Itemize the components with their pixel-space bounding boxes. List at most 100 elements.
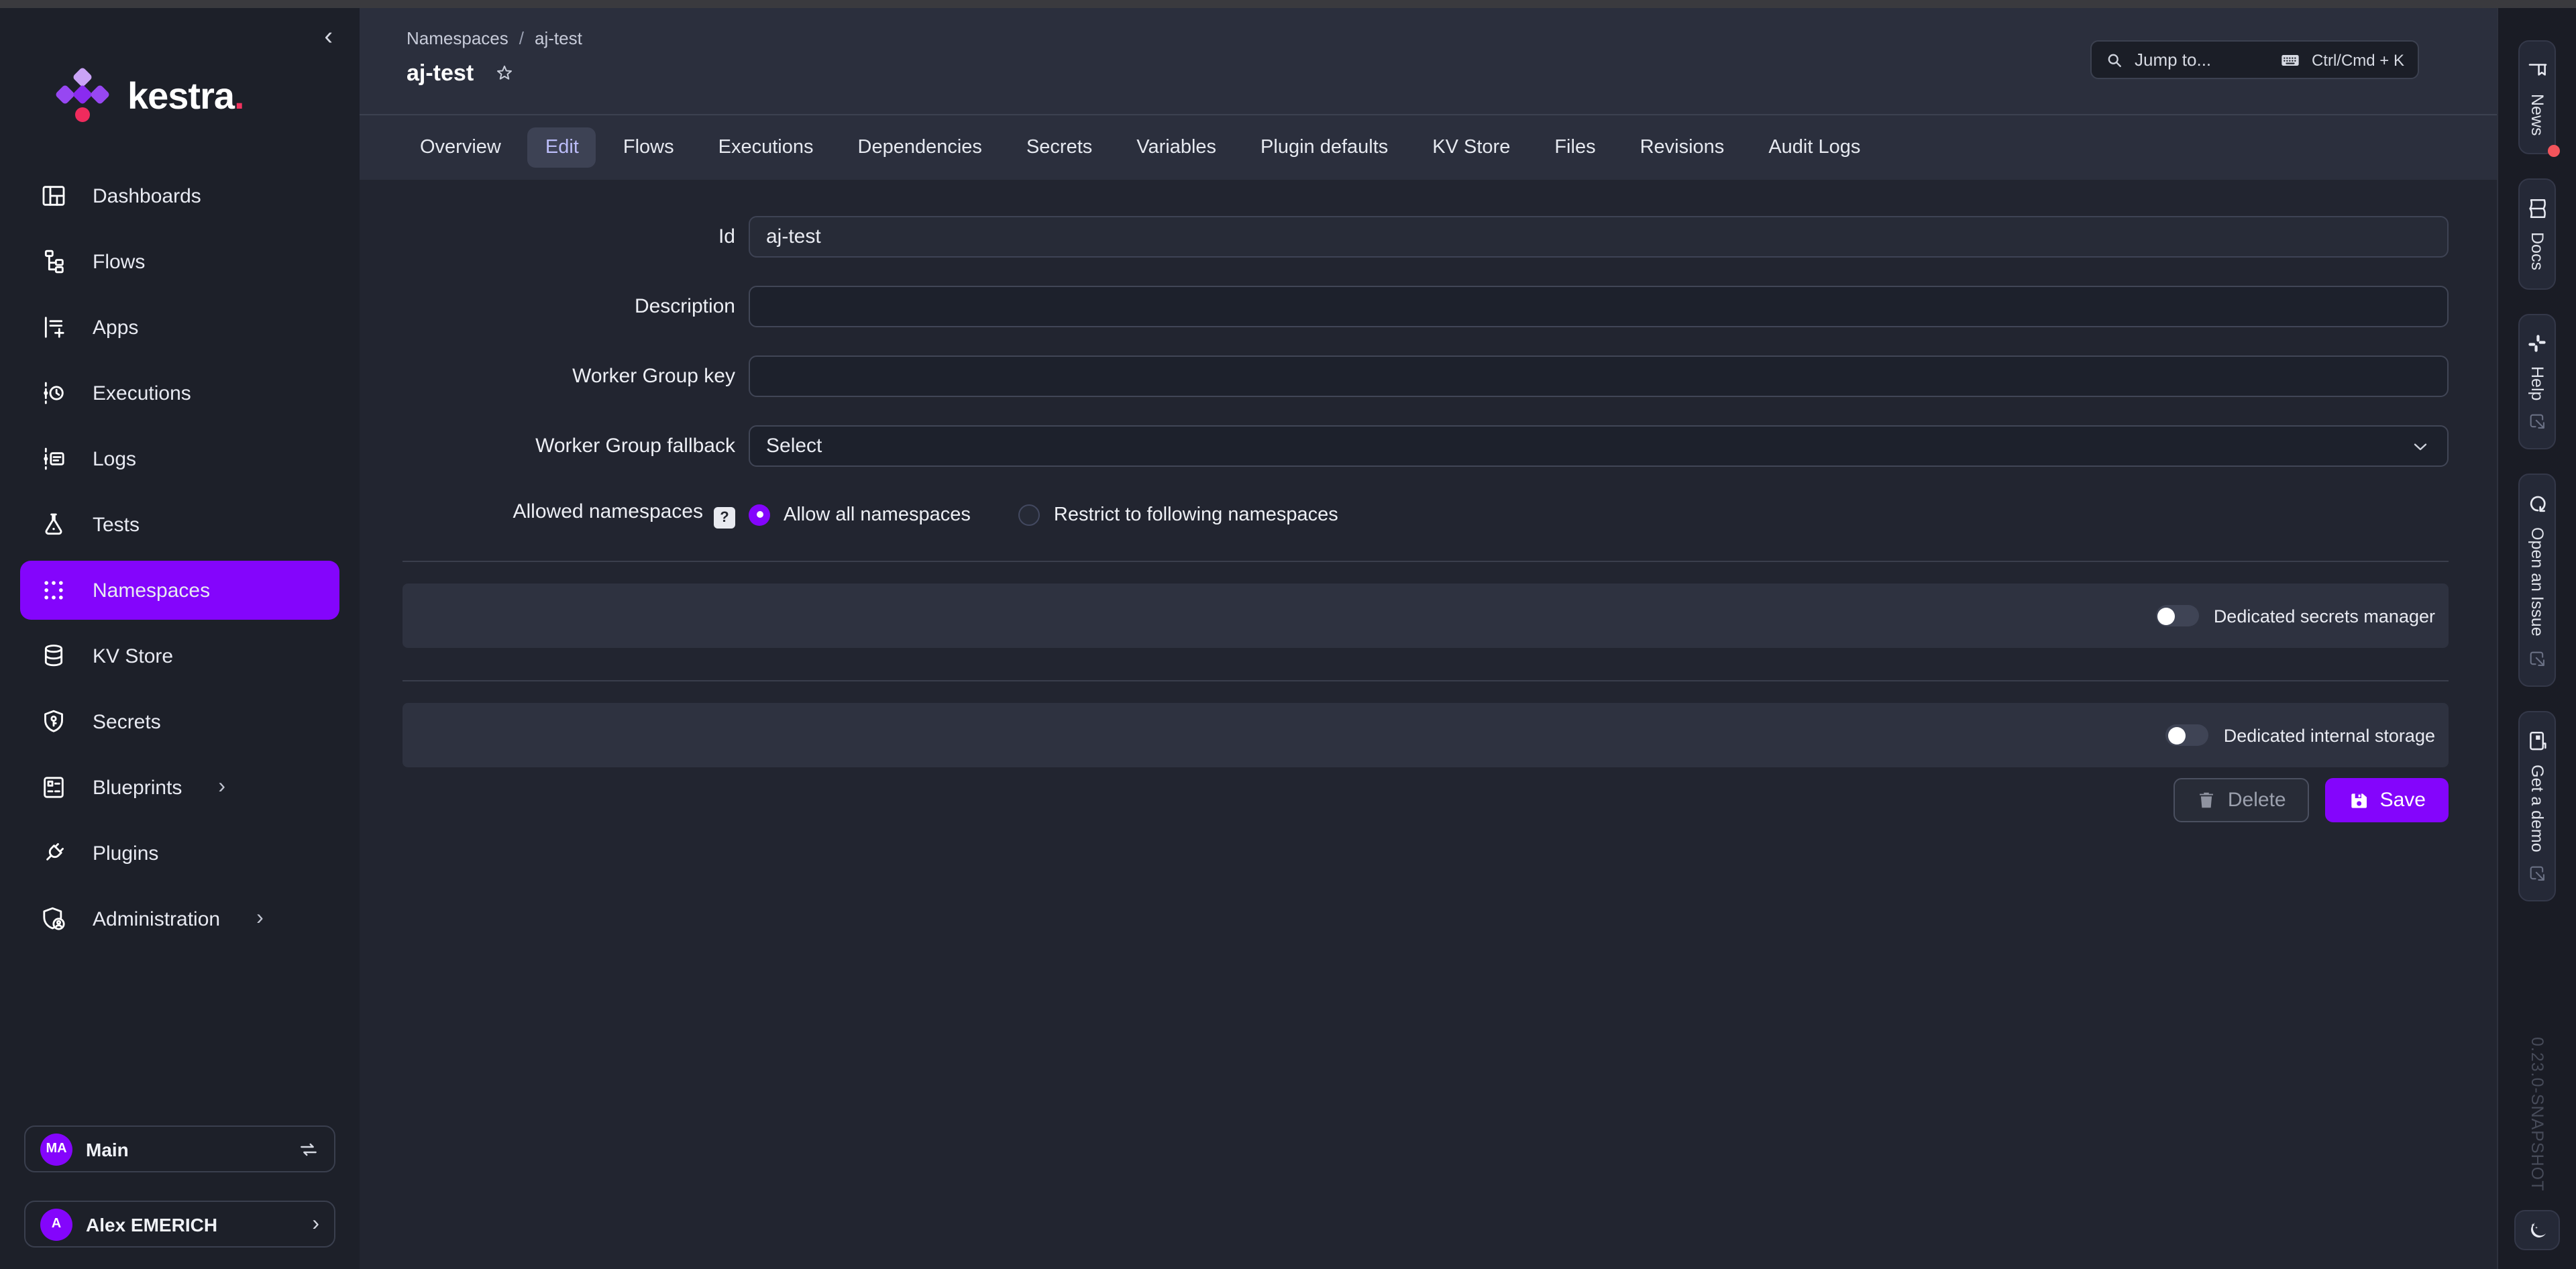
sidebar-item-label: Blueprints: [93, 776, 182, 799]
kestra-app: ‹ kestra. Dashboards Fl: [0, 0, 2576, 1269]
search-icon: [2105, 50, 2124, 69]
sidebar-item-secrets[interactable]: Secrets: [20, 692, 339, 751]
sidebar-item-flows[interactable]: Flows: [20, 232, 339, 291]
ballot-icon: [40, 774, 67, 801]
sidebar-item-label: KV Store: [93, 645, 173, 667]
tab-executions[interactable]: Executions: [701, 127, 831, 168]
help-icon[interactable]: ?: [714, 507, 735, 529]
breadcrumb-current[interactable]: aj-test: [535, 28, 582, 48]
worker-group-fallback-label: Worker Group fallback: [402, 435, 735, 457]
theme-toggle-button[interactable]: [2514, 1210, 2560, 1250]
flag-icon: [2526, 59, 2548, 82]
sidebar-item-label: Logs: [93, 447, 136, 470]
user-menu[interactable]: A Alex EMERICH ›: [24, 1201, 335, 1248]
docs-button[interactable]: Docs: [2518, 179, 2556, 290]
tab-plugin-defaults[interactable]: Plugin defaults: [1243, 127, 1405, 168]
allowed-namespaces-label: Allowed namespaces?: [402, 500, 735, 529]
movie-icon: [2526, 730, 2548, 753]
radio-restrict-namespaces[interactable]: Restrict to following namespaces: [1019, 504, 1338, 525]
dedicated-internal-storage-toggle[interactable]: [2166, 724, 2209, 746]
toggle-label: Dedicated internal storage: [2224, 725, 2435, 745]
chevron-right-icon: ›: [218, 777, 225, 798]
tab-revisions[interactable]: Revisions: [1623, 127, 1742, 168]
sidebar-item-label: Tests: [93, 513, 140, 536]
plug-icon: [40, 840, 67, 867]
sidebar-item-namespaces[interactable]: Namespaces: [20, 561, 339, 620]
namespace-tabs: Overview Edit Flows Executions Dependenc…: [360, 115, 2497, 180]
sidebar-item-label: Secrets: [93, 710, 161, 733]
tenant-avatar: MA: [40, 1133, 72, 1165]
worker-group-key-input[interactable]: [749, 355, 2449, 397]
dedicated-secrets-manager-toggle[interactable]: [2156, 605, 2199, 626]
user-avatar: A: [40, 1208, 72, 1240]
kestra-logo-text: kestra.: [127, 75, 244, 118]
tab-edit[interactable]: Edit: [528, 127, 596, 168]
get-a-demo-button[interactable]: Get a demo: [2518, 711, 2556, 902]
tenant-switch-icon[interactable]: [298, 1138, 319, 1160]
sidebar-item-label: Plugins: [93, 842, 158, 865]
favorite-star-icon[interactable]: [494, 63, 515, 85]
external-link-icon: [2528, 412, 2546, 431]
sidebar-item-administration[interactable]: Administration ›: [20, 889, 339, 948]
select-placeholder: Select: [766, 435, 2410, 457]
kestra-logo[interactable]: kestra.: [56, 67, 360, 126]
sidebar-item-tests[interactable]: Tests: [20, 495, 339, 554]
namespace-edit-form: Id Description Worker Group key Worker G…: [402, 180, 2449, 529]
main-area: Namespaces / aj-test aj-test Jump to...: [360, 8, 2497, 1269]
sidebar: ‹ kestra. Dashboards Fl: [0, 8, 360, 1269]
section-divider: [402, 680, 2449, 681]
external-link-icon: [2528, 649, 2546, 668]
rail-button-label: Open an Issue: [2528, 528, 2546, 637]
flask-icon: [40, 511, 67, 538]
tab-dependencies[interactable]: Dependencies: [841, 127, 1000, 168]
moon-stars-icon: [2526, 1219, 2548, 1242]
sidebar-collapse-icon[interactable]: ‹: [324, 24, 333, 50]
sidebar-item-apps[interactable]: Apps: [20, 298, 339, 357]
logs-icon: [40, 445, 67, 472]
version-label: 0.23.0-SNAPSHOT: [2528, 1037, 2546, 1191]
sidebar-item-kv-store[interactable]: KV Store: [20, 626, 339, 685]
tab-files[interactable]: Files: [1537, 127, 1613, 168]
sidebar-item-label: Namespaces: [93, 579, 210, 602]
breadcrumb-separator: /: [519, 28, 524, 48]
chevron-right-icon: ›: [312, 1213, 319, 1235]
delete-button[interactable]: Delete: [2174, 778, 2309, 822]
trash-icon: [2197, 790, 2217, 810]
page-header: Namespaces / aj-test aj-test Jump to...: [360, 8, 2497, 115]
radio-unselected-icon: [1019, 504, 1040, 525]
sidebar-item-executions[interactable]: Executions: [20, 364, 339, 423]
sidebar-item-label: Apps: [93, 316, 138, 339]
worker-group-fallback-select[interactable]: Select: [749, 425, 2449, 467]
shield-account-icon: [40, 905, 67, 932]
namespaces-dots-icon: [40, 577, 67, 604]
keyboard-icon: [2279, 49, 2301, 70]
sidebar-item-dashboards[interactable]: Dashboards: [20, 166, 339, 225]
save-button[interactable]: Save: [2325, 778, 2449, 822]
tab-kv-store[interactable]: KV Store: [1415, 127, 1527, 168]
book-open-icon: [2526, 198, 2548, 221]
breadcrumb-namespaces-link[interactable]: Namespaces: [407, 28, 508, 48]
tenant-selector[interactable]: MA Main: [24, 1125, 335, 1172]
chevron-right-icon: ›: [256, 908, 264, 930]
jump-to-search[interactable]: Jump to... Ctrl/Cmd + K: [2090, 40, 2419, 79]
id-input[interactable]: [749, 216, 2449, 258]
open-an-issue-button[interactable]: Open an Issue: [2518, 474, 2556, 687]
description-input[interactable]: [749, 286, 2449, 327]
issue-reopen-icon: [2526, 493, 2548, 516]
worker-group-key-label: Worker Group key: [402, 365, 735, 388]
search-shortcut: Ctrl/Cmd + K: [2312, 50, 2404, 69]
sidebar-item-logs[interactable]: Logs: [20, 429, 339, 488]
sidebar-item-plugins[interactable]: Plugins: [20, 824, 339, 883]
sidebar-item-blueprints[interactable]: Blueprints ›: [20, 758, 339, 817]
news-button[interactable]: News: [2518, 40, 2556, 155]
sidebar-item-label: Flows: [93, 250, 145, 273]
dedicated-secrets-manager-panel: Dedicated secrets manager: [402, 584, 2449, 648]
tab-secrets[interactable]: Secrets: [1009, 127, 1110, 168]
tab-flows[interactable]: Flows: [606, 127, 692, 168]
tab-variables[interactable]: Variables: [1119, 127, 1234, 168]
tab-audit-logs[interactable]: Audit Logs: [1751, 127, 1878, 168]
toggle-label: Dedicated secrets manager: [2214, 606, 2435, 626]
radio-allow-all-namespaces[interactable]: Allow all namespaces: [749, 504, 971, 525]
tab-overview[interactable]: Overview: [402, 127, 519, 168]
help-button[interactable]: Help: [2518, 314, 2556, 450]
